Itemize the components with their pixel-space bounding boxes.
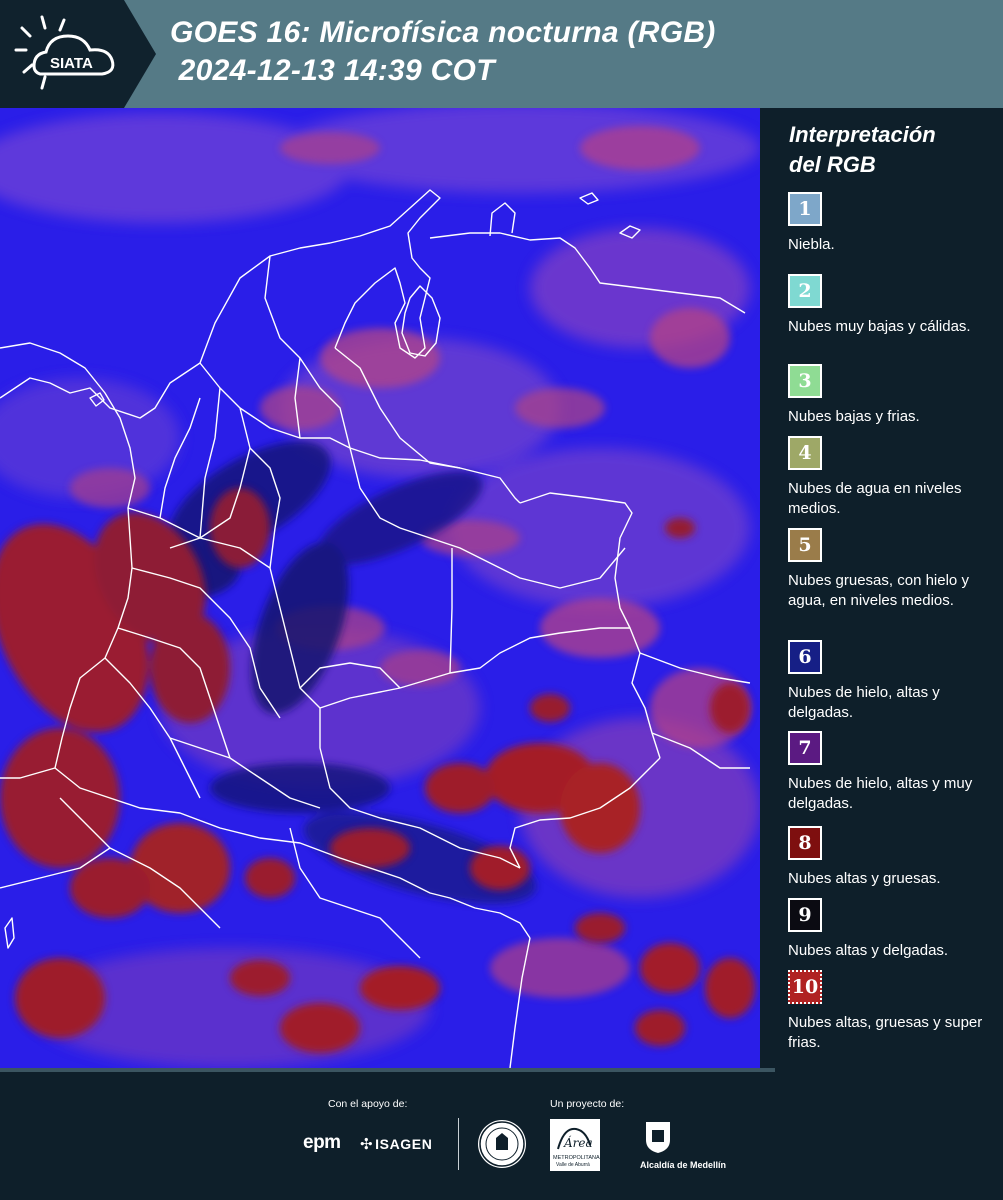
legend-title-line-1: Interpretación [789,122,936,147]
legend-swatch-1: 1 [788,192,822,226]
legend-label-7: Nubes de hielo, altas y muy delgadas. [788,775,973,812]
legend-item-7: 7 Nubes de hielo, altas y muy delgadas. [788,731,993,814]
legend-label-5: Nubes gruesas, con hielo y agua, en nive… [788,572,969,609]
legend-label-8: Nubes altas y gruesas. [788,870,941,887]
isagen-text: ISAGEN [375,1136,433,1152]
medellin-seal-logo [478,1120,526,1168]
legend-label-4: Nubes de agua en niveles medios. [788,480,962,517]
title-line-1: GOES 16: Microfísica nocturna (RGB) [170,16,716,49]
page-title: GOES 16: Microfísica nocturna (RGB) 2024… [170,14,716,90]
legend-title: Interpretación del RGB [789,120,936,180]
project-label: Un proyecto de: [550,1098,625,1110]
legend-label-6: Nubes de hielo, altas y delgadas. [788,684,940,721]
logo-text: SIATA [50,55,93,72]
alcaldia-label: Alcaldía de Medellín [640,1160,727,1170]
legend-label-9: Nubes altas y delgadas. [788,942,949,959]
satellite-map[interactable] [0,108,760,1070]
legend-swatch-6: 6 [788,640,822,674]
area-metropolitana-logo: Área METROPOLITANA Valle de Aburrá [550,1119,600,1171]
svg-text:Área: Área [563,1135,593,1150]
area-label-line-1: METROPOLITANA [553,1155,600,1161]
legend-swatch-8: 8 [788,826,822,860]
epm-logo: epm [303,1132,341,1153]
legend-label-10: Nubes altas, gruesas y super frias. [788,1014,983,1051]
legend-swatch-5: 5 [788,528,822,562]
legend-item-2: 2 Nubes muy bajas y cálidas. [788,274,993,337]
alcaldia-shield-icon [646,1122,670,1153]
legend-swatch-7: 7 [788,731,822,765]
legend-label-1: Niebla. [788,236,835,253]
legend-item-5: 5 Nubes gruesas, con hielo y agua, en ni… [788,528,993,611]
legend-item-3: 3 Nubes bajas y frias. [788,364,993,427]
legend-swatch-3: 3 [788,364,822,398]
siata-logo: SIATA [14,15,115,90]
legend-item-6: 6 Nubes de hielo, altas y delgadas. [788,640,993,723]
rgb-legend: Interpretación del RGB 1 Niebla. 2 Nubes… [762,108,1003,1070]
legend-label-3: Nubes bajas y frias. [788,408,920,425]
isagen-logo: ✣ ISAGEN [360,1135,432,1153]
legend-swatch-9: 9 [788,898,822,932]
support-label: Con el apoyo de: [328,1098,408,1110]
legend-item-10: 10 Nubes altas, gruesas y super frias. [788,970,993,1053]
legend-item-9: 9 Nubes altas y delgadas. [788,898,993,961]
legend-swatch-2: 2 [788,274,822,308]
legend-item-8: 8 Nubes altas y gruesas. [788,826,993,889]
area-label-line-2: Valle de Aburrá [556,1162,590,1168]
legend-swatch-4: 4 [788,436,822,470]
legend-swatch-10: 10 [788,970,822,1004]
footer-divider [458,1118,459,1170]
satellite-map-canvas [0,108,760,1070]
legend-title-line-2: del RGB [789,152,876,177]
footer: Con el apoyo de: Un proyecto de: epm ✣ IS… [0,1072,1003,1200]
legend-item-1: 1 Niebla. [788,192,993,255]
legend-label-2: Nubes muy bajas y cálidas. [788,318,971,335]
header: SIATA GOES 16: Microfísica nocturna (RGB… [0,0,1003,108]
isagen-mark-icon: ✣ [360,1136,374,1153]
legend-item-4: 4 Nubes de agua en niveles medios. [788,436,993,519]
title-line-2: 2024-12-13 14:39 COT [170,54,495,87]
